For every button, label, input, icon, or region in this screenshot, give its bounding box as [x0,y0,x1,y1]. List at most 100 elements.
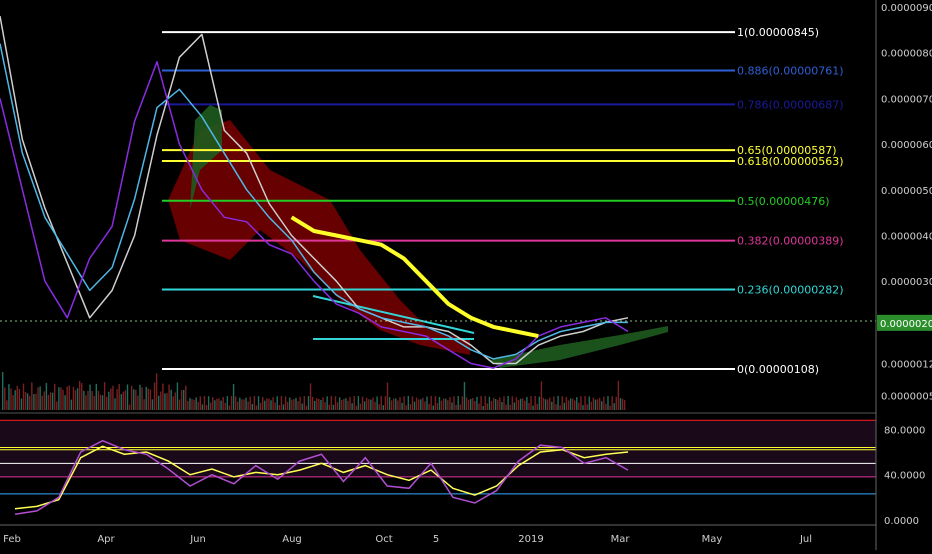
volume-bar [147,388,149,410]
volume-bar [264,400,266,410]
volume-bar [305,405,308,410]
volume-bar [284,396,287,410]
volume-bar [613,403,615,410]
volume-bar [519,398,522,410]
volume-bar [449,397,451,410]
volume-bar [418,399,420,410]
volume-bar [382,405,385,410]
volume-bar [180,390,183,410]
volume-bar [232,383,235,410]
volume-bar [607,396,609,410]
volume-bar [151,399,154,410]
volume-bar [118,383,120,410]
volume-bar [43,391,45,410]
volume-bar [106,396,108,410]
volume-bar [343,398,345,410]
volume-bar [524,400,526,410]
volume-bar [482,405,484,410]
volume-bar [490,401,493,410]
volume-bar [428,403,430,410]
volume-bar [617,380,620,410]
volume-bar [492,398,495,410]
volume-bar [507,396,509,410]
price-axis-tick-label: 0.00000300 [881,277,932,288]
volume-bar [484,396,486,410]
volume-bar [316,398,318,410]
volume-bar [386,382,389,410]
volume-bar [66,386,68,410]
volume-bar [164,393,166,410]
volume-bar [291,399,293,410]
volume-bar [293,399,295,410]
volume-bar [33,394,35,410]
volume-bar [309,383,312,410]
volume-bar [361,396,364,410]
x-axis-tick-label: May [702,534,723,545]
volume-bar [37,387,39,410]
volume-bar [363,401,366,410]
volume-bar [54,383,56,410]
volume-bar [22,383,25,410]
volume-bar [257,396,260,410]
volume-bar [99,394,102,410]
volume-bar [407,396,409,410]
volume-bar [295,397,297,410]
x-axis-tick-label: Jul [799,534,812,545]
fib-level-label: 0(0.00000108) [737,363,819,376]
volume-bar [470,399,472,410]
volume-bar [513,402,516,410]
volume-bar [218,398,220,410]
volume-bar [289,397,291,410]
price-axis-tick-label: 0.00000050 [881,392,932,403]
volume-bar [430,396,432,410]
fib-level-label: 0.786(0.00000687) [737,98,844,111]
volume-bar [74,390,77,410]
volume-bar [499,397,501,410]
volume-bar [247,401,249,410]
volume-bar [224,402,226,410]
volume-bar [515,397,518,410]
volume-bar [623,400,626,410]
volume-bar [403,396,405,410]
volume-bar [544,399,547,410]
volume-bar [24,392,27,410]
volume-bar [399,397,401,410]
volume-bar [197,401,199,410]
price-axis-tick-label: 0.00000600 [881,140,932,151]
volume-bar [120,394,122,410]
volume-bar [162,383,164,410]
volume-bar [262,396,264,410]
x-axis-tick-label: Jun [189,534,206,545]
volume-bar [286,401,289,410]
volume-bar [467,399,470,410]
volume-bar [126,384,129,410]
volume-bar [145,386,147,410]
volume-bar [112,385,114,410]
volume-bar [255,405,258,410]
volume-bar [584,396,586,410]
price-axis-tick-label: 0.00000120 [881,360,932,371]
volume-bar [596,399,599,410]
volume-bar [351,403,353,410]
volume-bar [324,402,326,410]
volume-bar [549,397,551,410]
volume-bar [8,384,10,410]
volume-bar [411,396,414,410]
volume-bar [445,398,447,410]
volume-bar [78,381,81,410]
volume-bar [89,384,91,410]
volume-bar [332,404,335,410]
volume-bar [282,404,285,410]
volume-bar [51,392,54,410]
volume-bar [278,405,281,410]
volume-bar [592,397,595,410]
volume-bar [29,395,31,410]
osc-axis-tick-label: 0.0000 [884,516,919,527]
volume-bar [576,397,578,410]
volume-bar [124,390,127,410]
current-price-label: 0.00000209 [880,319,932,330]
volume-bar [222,396,224,410]
volume-bar [569,398,572,410]
volume-bar [615,396,617,410]
fib-level-label: 0.618(0.00000563) [737,155,844,168]
